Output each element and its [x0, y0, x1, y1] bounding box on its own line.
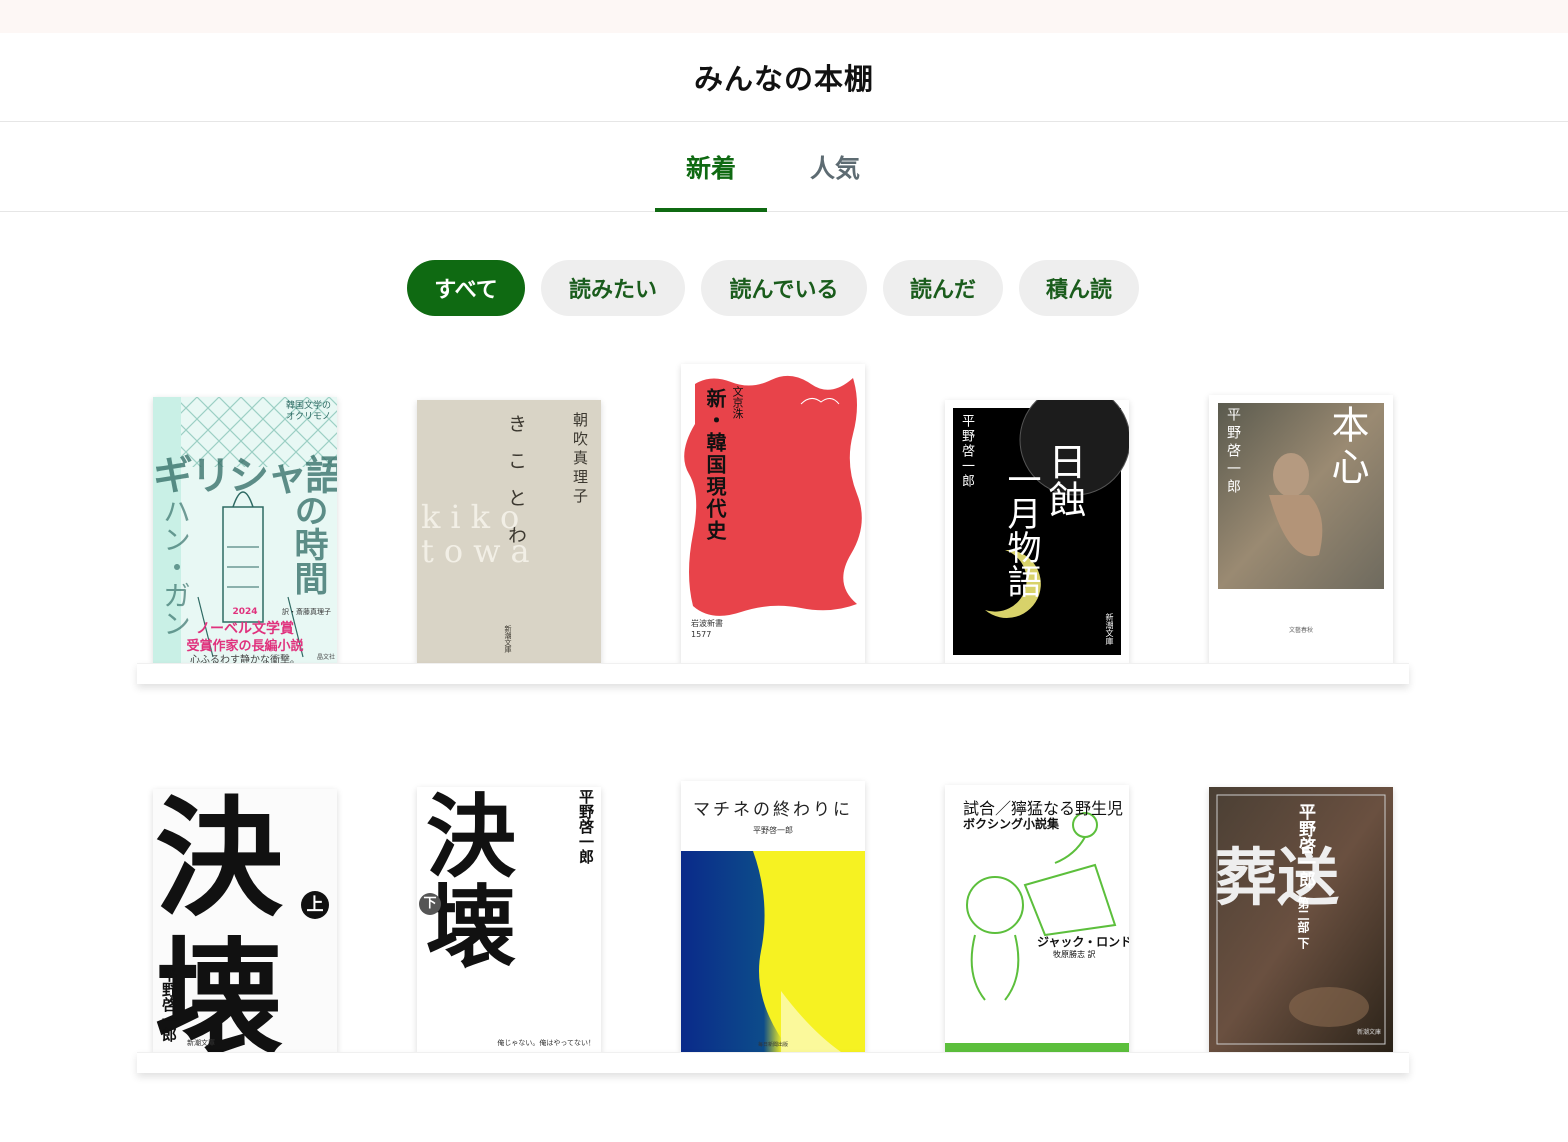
cover-publisher: 新潮文庫: [1105, 613, 1114, 645]
cover-author: 平野啓一郎: [160, 967, 178, 1042]
volume-badge: 下: [419, 893, 441, 915]
cover-author: 平野啓一郎: [753, 826, 793, 835]
top-strip: [0, 0, 1568, 33]
cover-author: ジャック・ロンドン: [1037, 935, 1129, 949]
cover-author: 朝吹真理子: [571, 412, 589, 507]
book-girishago-no-jikan[interactable]: 韓国文学の オクリモノ ギリシャ語 の時間 ハン・ガン 訳・斎藤真理子 2024…: [153, 397, 337, 663]
cover-tagline: 俺じゃない。俺はやってない！: [497, 1039, 595, 1047]
book-kekkai-jou[interactable]: 決壊 上 平野啓一郎 新潮文庫: [153, 789, 337, 1052]
cover-title: 本心: [1325, 405, 1369, 489]
cover-title-2: の時間: [288, 493, 328, 595]
page-title: みんなの本棚: [693, 62, 874, 96]
cover-author: 平野啓一郎: [1295, 803, 1315, 888]
tab-new[interactable]: 新着: [655, 122, 767, 212]
book-sousou[interactable]: 葬送 平野啓一郎 第二部 下 新潮文庫: [1209, 787, 1393, 1052]
cover-author: 平野啓一郎: [1225, 407, 1241, 497]
cover-volume: 第二部 下: [1296, 897, 1310, 950]
cover-year: 2024: [232, 607, 258, 617]
cover-title: マチネの終わりに: [693, 800, 853, 820]
cover-roman-1: kiko: [421, 498, 530, 536]
cover-author: 平野啓一郎: [959, 414, 974, 489]
cover-publisher: 文藝春秋: [1288, 627, 1313, 634]
book-honshin[interactable]: 平野啓一郎 本心 文藝春秋: [1209, 395, 1393, 663]
cover-number: 1577: [691, 630, 712, 639]
book-nisshoku-ichigatsu-monogatari[interactable]: 平野啓一郎 日蝕 一月物語 新潮文庫: [945, 400, 1129, 663]
shelf-board-1: [137, 663, 1409, 684]
book-shin-kankoku-gendaishi[interactable]: 文京洙 新・韓国現代史 岩波新書 1577: [681, 364, 865, 663]
cover-author: 文京洙: [731, 386, 744, 419]
cover-publisher: 晶文社: [316, 654, 335, 661]
cover-title: 新・韓国現代史: [703, 388, 727, 542]
cover-publisher: 毎日新聞出版: [757, 1042, 788, 1048]
page-header: みんなの本棚: [0, 33, 1568, 122]
cover-publisher: 岩波新書: [691, 619, 723, 628]
cover-title: 決壊: [417, 789, 516, 969]
filter-all[interactable]: すべて: [407, 260, 525, 316]
cover-tagline: 心ふるわす静かな衝撃。: [190, 655, 300, 663]
cover-publisher: 新潮文庫: [504, 625, 512, 653]
cover-translator: 牧原勝志 訳: [1053, 950, 1096, 959]
book-matinee-no-owari-ni[interactable]: マチネの終わりに 平野啓一郎 毎日新聞出版: [681, 781, 865, 1052]
cover-title: 葬送: [1215, 841, 1340, 914]
tab-bar: 新着 人気: [0, 122, 1568, 212]
cover-publisher: 新潮文庫: [187, 1039, 215, 1047]
cover-art: [681, 851, 865, 1052]
cover-subtitle: ボクシング小説集: [963, 817, 1060, 831]
filter-stacked[interactable]: 積ん読: [1019, 260, 1139, 316]
filter-reading[interactable]: 読んでいる: [701, 260, 867, 316]
book-kekkai-ge[interactable]: 決壊 下 平野啓一郎 俺じゃない。俺はやってない！: [417, 787, 601, 1052]
cover-roman-2: towa: [421, 532, 540, 570]
tab-popular[interactable]: 人気: [779, 122, 891, 211]
cover-title-2: 一月物語: [1001, 462, 1041, 598]
filter-want-to-read[interactable]: 読みたい: [541, 260, 685, 316]
volume-badge: 上: [301, 891, 329, 919]
book-kikotowa[interactable]: 朝吹真理子 きことわ kiko towa 新潮文庫: [417, 400, 601, 663]
book-shiai[interactable]: 試合／獰猛なる野生児 ボクシング小説集 ジャック・ロンドン 牧原勝志 訳: [945, 785, 1129, 1052]
filter-read[interactable]: 読んだ: [883, 260, 1003, 316]
shelf-board-2: [137, 1052, 1409, 1073]
series-label: 韓国文学の オクリモノ: [285, 401, 331, 422]
cover-title: 決壊: [155, 789, 284, 1052]
cover-author: 平野啓一郎: [577, 789, 595, 864]
cover-publisher: 新潮文庫: [1356, 1029, 1381, 1036]
